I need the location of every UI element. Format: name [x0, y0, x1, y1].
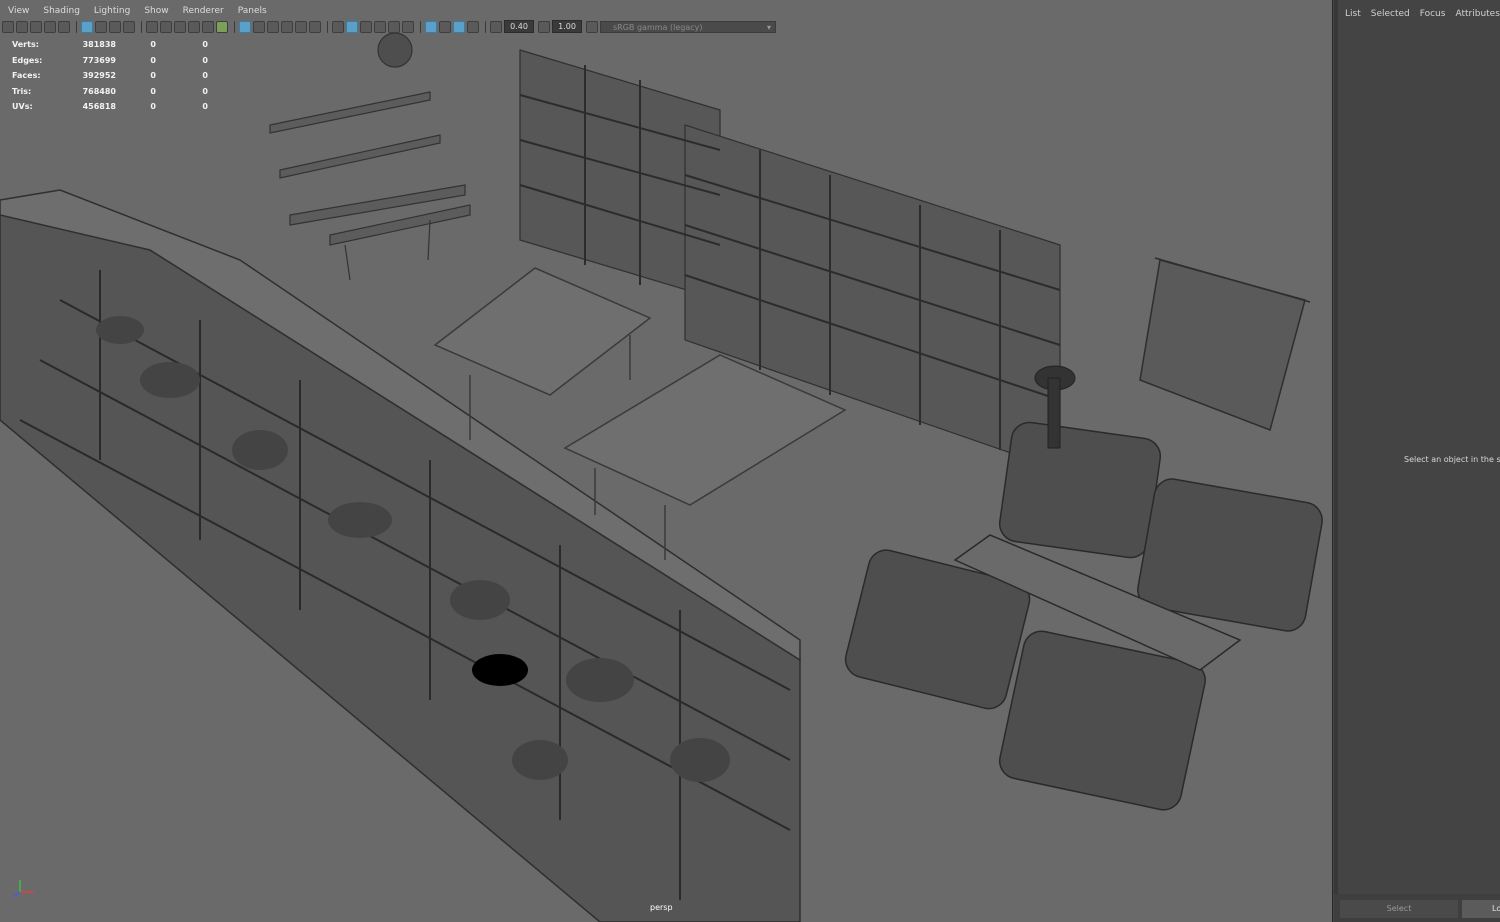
xray-active-components-icon[interactable]	[453, 20, 465, 33]
hud-label: Tris:	[12, 86, 32, 96]
hud-value: 0	[202, 71, 208, 81]
camera-icon[interactable]	[2, 20, 14, 33]
use-all-lights-icon[interactable]	[332, 20, 344, 33]
hud-row: Tris: 768480 0 0	[12, 84, 208, 100]
hud-row: Verts: 381838 0 0	[12, 37, 208, 53]
separator	[141, 20, 142, 33]
hud-value: 0	[150, 71, 156, 81]
separator	[485, 20, 486, 33]
hud-value: 0	[150, 102, 156, 112]
motion-blur-icon[interactable]	[374, 20, 386, 33]
separator	[327, 20, 328, 33]
exposure-field[interactable]: 0.40	[504, 20, 534, 33]
hud-row: Faces: 392952 0 0	[12, 68, 208, 84]
lock-camera-icon[interactable]	[95, 20, 107, 33]
image-plane-icon[interactable]	[44, 20, 56, 33]
viewport-menubar: View Shading Lighting Show Renderer Pane…	[0, 4, 273, 18]
hud-row: UVs: 456818 0 0	[12, 99, 208, 115]
channel-box-panel: List Selected Focus Attributes Select an…	[1334, 0, 1500, 922]
hud-row: Edges: 773699 0 0	[12, 53, 208, 69]
hud-value: 773699	[82, 55, 116, 65]
color-management-icon[interactable]	[586, 20, 598, 33]
separator	[420, 20, 421, 33]
hud-value: 0	[202, 55, 208, 65]
gamma-icon[interactable]	[538, 20, 550, 33]
hud-value: 0	[150, 55, 156, 65]
safe-title-icon[interactable]	[188, 20, 200, 33]
isolate-select-icon[interactable]	[425, 20, 437, 33]
poly-count-hud: Verts: 381838 0 0 Edges: 773699 0 0 Face…	[12, 37, 208, 115]
exposure-icon[interactable]	[490, 20, 502, 33]
chevron-down-icon: ▾	[766, 22, 771, 32]
film-gate-icon[interactable]	[109, 20, 121, 33]
hud-value: 381838	[82, 40, 116, 50]
xray-joints-icon[interactable]	[467, 20, 479, 33]
grid-icon[interactable]	[239, 20, 251, 33]
gate-mask-icon[interactable]	[146, 20, 158, 33]
color-space-dropdown[interactable]: sRGB gamma (legacy) ▾	[600, 20, 776, 33]
hud-value: 456818	[82, 102, 116, 112]
load-button[interactable]: Lo	[1462, 900, 1500, 918]
hud-value: 0	[150, 86, 156, 96]
back-left-desk	[269, 32, 471, 281]
bookmark-icon[interactable]	[30, 20, 42, 33]
empty-selection-hint: Select an object in the s	[1404, 455, 1500, 464]
menu-panels[interactable]: Panels	[230, 4, 273, 18]
hud-value: 392952	[82, 71, 116, 81]
tab-list[interactable]: List	[1340, 9, 1366, 19]
panel-footer: Select Lo	[1334, 894, 1500, 922]
menu-shading[interactable]: Shading	[35, 4, 86, 18]
hud-label: UVs:	[12, 102, 33, 112]
wireframe-icon[interactable]	[253, 20, 265, 33]
screen-space-ao-icon[interactable]	[360, 20, 372, 33]
menu-lighting[interactable]: Lighting	[86, 4, 136, 18]
camera-attributes-icon[interactable]	[16, 20, 28, 33]
camera-2d-icon[interactable]	[58, 20, 70, 33]
armchairs	[844, 421, 1323, 811]
menu-renderer[interactable]: Renderer	[175, 4, 230, 18]
gamma-field[interactable]: 1.00	[552, 20, 582, 33]
pan-zoom-icon[interactable]	[202, 20, 214, 33]
resolution-gate-icon[interactable]	[123, 20, 135, 33]
tab-focus[interactable]: Focus	[1415, 9, 1451, 19]
camera-name-label: persp	[650, 903, 673, 912]
smooth-shade-icon[interactable]	[267, 20, 279, 33]
hud-label: Edges:	[12, 55, 43, 65]
menu-show[interactable]: Show	[136, 4, 174, 18]
xray-icon[interactable]	[439, 20, 451, 33]
hud-value: 0	[202, 102, 208, 112]
multisample-aa-icon[interactable]	[388, 20, 400, 33]
select-camera-icon[interactable]	[81, 20, 93, 33]
separator	[234, 20, 235, 33]
grease-pencil-icon[interactable]	[216, 20, 228, 33]
textured-icon[interactable]	[309, 20, 321, 33]
separator	[76, 20, 77, 33]
hud-value: 768480	[82, 86, 116, 96]
viewport-toolbar: 0.40 1.00 sRGB gamma (legacy) ▾	[2, 18, 1330, 35]
panel-splitter[interactable]	[1334, 0, 1338, 922]
hud-label: Verts:	[12, 40, 39, 50]
safe-action-icon[interactable]	[174, 20, 186, 33]
foreground-shelf	[0, 189, 801, 922]
tab-selected[interactable]: Selected	[1366, 9, 1415, 19]
field-chart-icon[interactable]	[160, 20, 172, 33]
hud-value: 0	[202, 86, 208, 96]
hud-value: 0	[150, 40, 156, 50]
axis-gizmo-icon	[12, 880, 34, 898]
scene-render[interactable]	[0, 0, 1333, 922]
wall-banner	[1139, 257, 1311, 431]
depth-of-field-icon[interactable]	[402, 20, 414, 33]
menu-view[interactable]: View	[0, 4, 35, 18]
tab-attributes[interactable]: Attributes	[1450, 9, 1500, 19]
hud-value: 0	[202, 40, 208, 50]
panel-tabs: List Selected Focus Attributes	[1340, 9, 1500, 19]
3d-viewport[interactable]: View Shading Lighting Show Renderer Pane…	[0, 0, 1333, 922]
color-space-value: sRGB gamma (legacy)	[613, 22, 703, 32]
hud-label: Faces:	[12, 71, 41, 81]
select-button[interactable]: Select	[1340, 900, 1458, 918]
shadows-icon[interactable]	[346, 20, 358, 33]
wireframe-on-shaded-icon[interactable]	[295, 20, 307, 33]
default-material-icon[interactable]	[281, 20, 293, 33]
